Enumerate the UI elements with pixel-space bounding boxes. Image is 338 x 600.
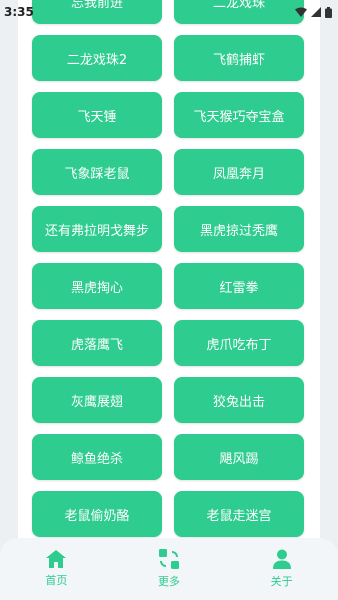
battery-icon — [325, 6, 332, 18]
move-button[interactable]: 二龙戏珠 — [174, 0, 304, 24]
move-button[interactable]: 飞鹤捕虾 — [174, 35, 304, 81]
move-button[interactable]: 黑虎掏心 — [32, 263, 162, 309]
move-button[interactable]: 红雷拳 — [174, 263, 304, 309]
move-button[interactable]: 凤凰奔月 — [174, 149, 304, 195]
move-button[interactable]: 灰鹰展翅 — [32, 377, 162, 423]
move-button[interactable]: 老鼠走迷宫 — [174, 491, 304, 537]
nav-about-label: 关于 — [270, 575, 293, 588]
nav-home[interactable]: 首页 — [16, 550, 96, 588]
moves-list-panel: 忘我前进 二龙戏珠 二龙戏珠2 飞鹤捕虾 飞天锤 飞天猴巧夺宝盒 飞象踩老鼠 凤… — [18, 0, 320, 560]
move-button[interactable]: 老鼠偷奶酪 — [32, 491, 162, 537]
bottom-navigation: 首页 更多 关于 — [0, 538, 338, 600]
nav-more-label: 更多 — [157, 575, 180, 588]
move-button[interactable]: 鲸鱼绝杀 — [32, 434, 162, 480]
move-button[interactable]: 狡兔出击 — [174, 377, 304, 423]
nav-home-label: 首页 — [45, 574, 68, 587]
move-button[interactable]: 还有弗拉明戈舞步 — [32, 206, 162, 252]
user-icon — [272, 549, 291, 569]
move-button[interactable]: 飞天锤 — [32, 92, 162, 138]
move-button[interactable]: 飞天猴巧夺宝盒 — [174, 92, 304, 138]
move-button[interactable]: 忘我前进 — [32, 0, 162, 24]
moves-grid: 忘我前进 二龙戏珠 二龙戏珠2 飞鹤捕虾 飞天锤 飞天猴巧夺宝盒 飞象踩老鼠 凤… — [32, 0, 304, 537]
nav-more[interactable]: 更多 — [129, 549, 209, 589]
more-icon — [158, 549, 179, 569]
move-button[interactable]: 飞象踩老鼠 — [32, 149, 162, 195]
move-button[interactable]: 飓风踢 — [174, 434, 304, 480]
move-button[interactable]: 虎落鹰飞 — [32, 320, 162, 366]
move-button[interactable]: 二龙戏珠2 — [32, 35, 162, 81]
move-button[interactable]: 虎爪吃布丁 — [174, 320, 304, 366]
move-button[interactable]: 黑虎掠过秃鹰 — [174, 206, 304, 252]
home-icon — [46, 550, 67, 568]
nav-about[interactable]: 关于 — [242, 549, 322, 589]
